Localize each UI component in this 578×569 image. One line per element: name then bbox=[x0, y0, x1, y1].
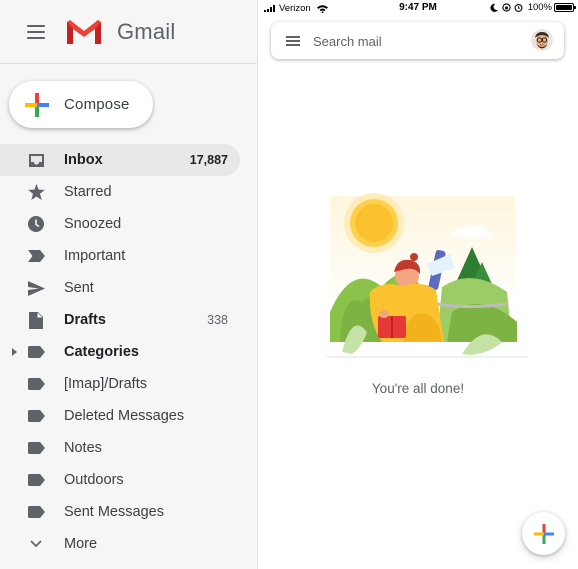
sidebar-item-deleted-messages[interactable]: Deleted Messages bbox=[0, 400, 240, 432]
send-icon bbox=[27, 280, 45, 296]
sidebar-item-starred[interactable]: Starred bbox=[0, 176, 240, 208]
label-icon bbox=[27, 376, 45, 392]
label-icon bbox=[27, 344, 45, 360]
compose-plus-icon bbox=[25, 92, 49, 117]
label-icon bbox=[27, 504, 45, 520]
sidebar-item-label: Important bbox=[64, 248, 126, 264]
important-icon bbox=[27, 248, 45, 264]
avatar[interactable] bbox=[531, 29, 553, 51]
label-icon bbox=[27, 408, 45, 424]
alarm-icon bbox=[514, 3, 523, 12]
sidebar-item-drafts[interactable]: Drafts 338 bbox=[0, 304, 240, 336]
compose-fab-button[interactable] bbox=[522, 512, 565, 555]
orientation-lock-icon bbox=[502, 3, 511, 12]
gmail-logo-icon bbox=[67, 19, 101, 44]
sidebar-item-label: Starred bbox=[64, 184, 112, 200]
sidebar-item-sent[interactable]: Sent bbox=[0, 272, 240, 304]
sidebar-item-label: Snoozed bbox=[64, 216, 122, 232]
search-bar bbox=[271, 22, 564, 59]
sidebar-item-outdoors[interactable]: Outdoors bbox=[0, 464, 240, 496]
chevron-down-icon bbox=[27, 536, 45, 552]
battery-icon bbox=[554, 3, 576, 12]
drawer-header: Gmail bbox=[0, 0, 257, 64]
sidebar-item-label: More bbox=[64, 536, 98, 552]
sidebar-item-label: Categories bbox=[64, 344, 139, 360]
compose-label: Compose bbox=[64, 96, 130, 113]
sidebar-item-imap-drafts[interactable]: [Imap]/Drafts bbox=[0, 368, 240, 400]
star-icon bbox=[27, 184, 45, 200]
sidebar-item-label: Notes bbox=[64, 440, 102, 456]
inbox-icon bbox=[27, 152, 45, 168]
menu-icon[interactable] bbox=[286, 36, 300, 46]
label-icon bbox=[27, 440, 45, 456]
app-name: Gmail bbox=[117, 18, 176, 44]
sidebar-item-categories[interactable]: Categories bbox=[0, 336, 240, 368]
status-right: 100% bbox=[490, 2, 576, 13]
sidebar-item-notes[interactable]: Notes bbox=[0, 432, 240, 464]
sidebar-item-label: Sent bbox=[64, 280, 94, 296]
menu-icon[interactable] bbox=[27, 24, 45, 39]
sidebar-item-inbox[interactable]: Inbox 17,887 bbox=[0, 144, 240, 176]
sidebar-item-label: [Imap]/Drafts bbox=[64, 376, 147, 392]
compose-plus-icon bbox=[533, 523, 554, 544]
empty-inbox-message: You're all done! bbox=[371, 381, 465, 396]
navigation-drawer: Gmail Compose Inbox 17,887 Starred Snooz… bbox=[0, 0, 258, 569]
moon-icon bbox=[490, 3, 498, 12]
ios-status-bar: Verizon 9:47 PM 100% bbox=[258, 0, 578, 16]
sidebar-item-label: Drafts bbox=[64, 312, 106, 328]
search-input[interactable] bbox=[313, 31, 513, 51]
clock-icon bbox=[27, 216, 45, 232]
draft-count: 338 bbox=[207, 313, 228, 327]
sidebar-item-label: Deleted Messages bbox=[64, 408, 185, 424]
unread-count: 17,887 bbox=[189, 153, 228, 167]
label-icon bbox=[27, 472, 45, 488]
sidebar-item-snoozed[interactable]: Snoozed bbox=[0, 208, 240, 240]
sidebar-item-important[interactable]: Important bbox=[0, 240, 240, 272]
sidebar-item-sent-messages[interactable]: Sent Messages bbox=[0, 496, 240, 528]
battery-percent: 100% bbox=[527, 2, 552, 13]
compose-button[interactable]: Compose bbox=[9, 81, 153, 128]
sidebar-item-label: Inbox bbox=[64, 152, 103, 168]
sidebar-item-more[interactable]: More bbox=[0, 528, 240, 560]
all-done-illustration bbox=[327, 193, 527, 358]
expand-caret-icon[interactable] bbox=[12, 348, 17, 356]
folder-list: Inbox 17,887 Starred Snoozed Important S… bbox=[0, 144, 258, 560]
sidebar-item-label: Sent Messages bbox=[64, 504, 164, 520]
draft-icon bbox=[27, 311, 45, 329]
sidebar-item-label: Outdoors bbox=[64, 472, 124, 488]
